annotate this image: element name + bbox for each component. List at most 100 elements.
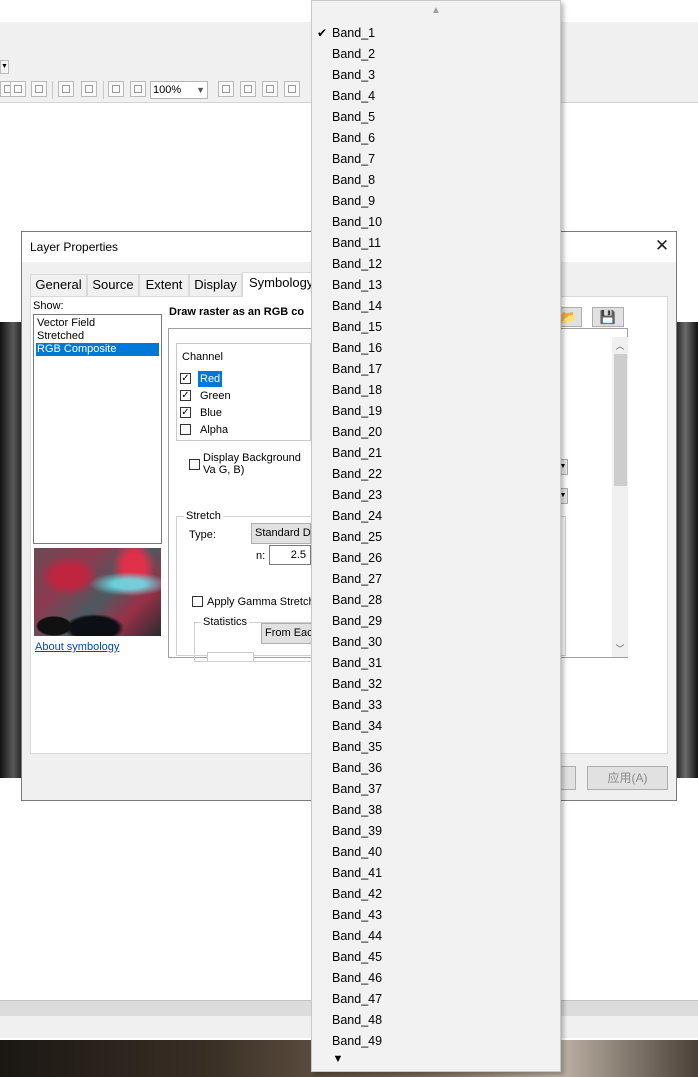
channel-row-alpha[interactable]: Alpha [180, 422, 310, 438]
band-item[interactable]: Band_10 [312, 212, 560, 233]
channel-row-green[interactable]: ✓ Green [180, 388, 310, 404]
toolbar-button[interactable] [130, 81, 146, 97]
band-item[interactable]: Band_15 [312, 317, 560, 338]
tab-extent[interactable]: Extent [139, 274, 189, 296]
band-item[interactable]: Band_46 [312, 968, 560, 989]
band-item[interactable]: Band_3 [312, 65, 560, 86]
band-item[interactable]: Band_44 [312, 926, 560, 947]
band-item-label: Band_32 [332, 677, 383, 691]
apply-button[interactable]: 应用(A) [587, 766, 668, 790]
band-item[interactable]: Band_18 [312, 380, 560, 401]
show-list: Vector Field Stretched RGB Composite [33, 314, 162, 544]
band-item[interactable]: Band_6 [312, 128, 560, 149]
band-item[interactable]: Band_30 [312, 632, 560, 653]
toolbar-button[interactable] [240, 81, 256, 97]
band-item[interactable]: Band_45 [312, 947, 560, 968]
band-item[interactable]: Band_7 [312, 149, 560, 170]
band-item[interactable]: Band_17 [312, 359, 560, 380]
scroll-up-icon[interactable]: ▲ [312, 5, 560, 16]
band-item[interactable]: Band_38 [312, 800, 560, 821]
band-item[interactable]: Band_12 [312, 254, 560, 275]
band-item[interactable]: Band_39 [312, 821, 560, 842]
band-dropdown-list[interactable]: ▲ ✔ Band_1 Band_2 Band_3 Band_4 Band_5 Band_6 B… [311, 0, 561, 1072]
band-item[interactable]: Band_32 [312, 674, 560, 695]
zoom-select[interactable]: 100% ▼ [150, 81, 208, 99]
about-symbology-link[interactable]: About symbology [35, 641, 119, 653]
band-item[interactable]: Band_23 [312, 485, 560, 506]
channel-row-blue[interactable]: ✓ Blue [180, 405, 310, 421]
channel-row-red[interactable]: ✓ Red [180, 371, 310, 387]
band-item[interactable]: Band_13 [312, 275, 560, 296]
alpha-checkbox[interactable] [180, 424, 191, 435]
toolbar-button[interactable] [10, 81, 26, 97]
band-item[interactable]: Band_2 [312, 44, 560, 65]
band-item[interactable]: Band_8 [312, 170, 560, 191]
band-item[interactable]: Band_34 [312, 716, 560, 737]
toolbar-button[interactable] [284, 81, 300, 97]
band-item[interactable]: Band_28 [312, 590, 560, 611]
band-item[interactable]: Band_26 [312, 548, 560, 569]
band-item[interactable]: Band_27 [312, 569, 560, 590]
band-item[interactable]: Band_16 [312, 338, 560, 359]
band-item[interactable]: ✔ Band_1 [312, 23, 560, 44]
scrollbar-thumb[interactable] [614, 354, 627, 486]
display-background-checkbox[interactable] [189, 459, 200, 470]
band-item[interactable]: Band_48 [312, 1010, 560, 1031]
toolbar-separator [103, 81, 104, 99]
band-item[interactable]: Band_5 [312, 107, 560, 128]
band-item[interactable]: Band_33 [312, 695, 560, 716]
band-item-label: Band_16 [332, 341, 383, 355]
statistics-select[interactable]: From Each [261, 623, 313, 644]
scroll-down-icon[interactable]: ﹀ [612, 642, 628, 656]
band-item[interactable]: Band_22 [312, 464, 560, 485]
toolbar-button[interactable] [262, 81, 278, 97]
band-item[interactable]: Band_47 [312, 989, 560, 1010]
toolbar-button[interactable] [31, 81, 47, 97]
band-item[interactable]: Band_11 [312, 233, 560, 254]
toolbar-button[interactable] [81, 81, 97, 97]
band-item[interactable]: Band_24 [312, 506, 560, 527]
show-item-vector-field[interactable]: Vector Field [36, 317, 159, 330]
show-item-rgb-composite[interactable]: RGB Composite [36, 343, 159, 356]
scroll-up-icon[interactable]: ︿ [612, 339, 628, 353]
band-item-label: Band_19 [332, 404, 383, 418]
band-item[interactable]: Band_4 [312, 86, 560, 107]
band-item[interactable]: Band_31 [312, 653, 560, 674]
blue-checkbox[interactable]: ✓ [180, 407, 191, 418]
save-button[interactable]: 💾 [592, 307, 624, 327]
band-item[interactable]: Band_49 [312, 1031, 560, 1052]
statistics-tab[interactable] [207, 652, 254, 661]
show-item-stretched[interactable]: Stretched [36, 330, 159, 343]
band-item[interactable]: Band_9 [312, 191, 560, 212]
toolbar-button[interactable] [108, 81, 124, 97]
band-item[interactable]: Band_42 [312, 884, 560, 905]
band-item[interactable]: Band_43 [312, 905, 560, 926]
band-item[interactable]: Band_36 [312, 758, 560, 779]
toolbar-button[interactable] [58, 81, 74, 97]
band-item[interactable]: Band_37 [312, 779, 560, 800]
band-item[interactable]: Band_29 [312, 611, 560, 632]
band-item[interactable]: Band_14 [312, 296, 560, 317]
toolbar-overflow-button[interactable]: ▼ [0, 60, 9, 74]
gamma-stretch-checkbox[interactable] [192, 596, 203, 607]
stretch-type-select[interactable]: Standard De [251, 523, 311, 544]
close-icon[interactable]: ✕ [652, 236, 672, 256]
band-item[interactable]: Band_21 [312, 443, 560, 464]
band-item[interactable]: Band_41 [312, 863, 560, 884]
toolbar-button[interactable] [218, 81, 234, 97]
statistics-label: Statistics [201, 616, 250, 628]
band-item[interactable]: Band_19 [312, 401, 560, 422]
red-checkbox[interactable]: ✓ [180, 373, 191, 384]
map-canvas [677, 322, 698, 778]
scroll-down-icon[interactable]: ▼ [312, 1053, 560, 1065]
n-input[interactable]: 2.5 [269, 545, 311, 565]
ok-button[interactable] [560, 766, 576, 790]
band-item[interactable]: Band_20 [312, 422, 560, 443]
band-item[interactable]: Band_25 [312, 527, 560, 548]
band-item[interactable]: Band_40 [312, 842, 560, 863]
green-checkbox[interactable]: ✓ [180, 390, 191, 401]
band-item[interactable]: Band_35 [312, 737, 560, 758]
tab-general[interactable]: General [30, 274, 87, 296]
tab-source[interactable]: Source [87, 274, 139, 296]
tab-display[interactable]: Display [189, 274, 242, 296]
